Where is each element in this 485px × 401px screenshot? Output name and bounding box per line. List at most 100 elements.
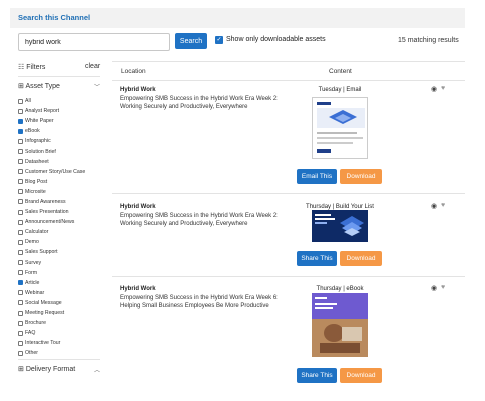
filters-heading: ☷ Filters — [18, 63, 45, 71]
channel-search-title: Search this Channel — [18, 13, 91, 22]
filter-checkbox[interactable] — [18, 330, 23, 336]
filter-item[interactable]: Blog Post — [18, 177, 110, 187]
filter-item[interactable]: Social Message — [18, 298, 110, 308]
eye-icon[interactable]: ◉ — [431, 85, 437, 93]
filter-checkbox[interactable] — [18, 159, 23, 165]
filter-item[interactable]: Form — [18, 268, 110, 278]
column-header-location: Location — [121, 68, 146, 75]
filter-checkbox[interactable] — [18, 239, 23, 245]
search-button[interactable]: Search — [175, 33, 207, 49]
result-thumbnail[interactable] — [312, 293, 368, 357]
delivery-format-label: Delivery Format — [25, 366, 76, 373]
filter-item[interactable]: Microsite — [18, 187, 110, 197]
filter-checkbox[interactable] — [18, 270, 23, 276]
filter-label: All — [25, 98, 31, 105]
filter-checkbox[interactable] — [18, 219, 23, 225]
result-thumbnail[interactable] — [312, 97, 368, 159]
sidebar-divider — [18, 359, 100, 360]
filter-label: Webinar — [25, 289, 45, 296]
filter-item[interactable]: Other — [18, 348, 110, 358]
download-button[interactable]: Download — [340, 368, 382, 383]
filter-item[interactable]: Survey — [18, 258, 110, 268]
filter-checkbox[interactable] — [18, 128, 23, 134]
filter-item[interactable]: Meeting Request — [18, 308, 110, 318]
filter-label: Brand Awareness — [25, 198, 66, 205]
column-header-content: Content — [329, 68, 352, 75]
filter-checkbox[interactable] — [18, 108, 23, 114]
filter-label: Calculator — [25, 229, 49, 236]
downloadable-checkbox[interactable]: ✓ — [215, 36, 223, 44]
clear-filters-link[interactable]: clear — [85, 63, 100, 70]
result-title[interactable]: Hybrid Work — [120, 204, 156, 210]
heart-icon[interactable]: ♥ — [441, 202, 445, 209]
filter-checkbox[interactable] — [18, 260, 23, 266]
filter-item[interactable]: Brochure — [18, 318, 110, 328]
filter-checkbox[interactable] — [18, 118, 23, 124]
filter-checkbox[interactable] — [18, 149, 23, 155]
download-button[interactable]: Download — [340, 169, 382, 184]
filter-checkbox[interactable] — [18, 189, 23, 195]
filter-checkbox[interactable] — [18, 280, 23, 286]
filter-item[interactable]: Sales Presentation — [18, 207, 110, 217]
share-this-button[interactable]: Share This — [297, 251, 337, 266]
sidebar-divider — [18, 76, 100, 77]
filter-label: Analyst Report — [25, 108, 60, 115]
filter-checkbox[interactable] — [18, 199, 23, 205]
chevron-down-icon: ﹀ — [93, 85, 100, 91]
filter-item[interactable]: Analyst Report — [18, 106, 110, 116]
asset-type-toggle[interactable]: ⊞ Asset Type ﹀ — [18, 82, 100, 91]
filter-item[interactable]: Webinar — [18, 288, 110, 298]
filter-checkbox[interactable] — [18, 350, 23, 356]
filter-item[interactable]: Announcement/News — [18, 217, 110, 227]
filter-item[interactable]: eBook — [18, 126, 110, 136]
email-this-button[interactable]: Email This — [297, 169, 337, 184]
filter-label: FAQ — [25, 330, 36, 337]
share-this-button[interactable]: Share This — [297, 368, 337, 383]
heart-icon[interactable]: ♥ — [441, 85, 445, 92]
eye-icon[interactable]: ◉ — [431, 284, 437, 292]
asset-type-label: Asset Type — [25, 83, 60, 90]
filter-item[interactable]: Datasheet — [18, 157, 110, 167]
chevron-up-icon: ︿ — [93, 368, 100, 374]
filter-checkbox[interactable] — [18, 138, 23, 144]
filter-checkbox[interactable] — [18, 169, 23, 175]
filter-item[interactable]: Calculator — [18, 227, 110, 237]
filter-label: Survey — [25, 259, 42, 266]
filter-label: Social Message — [25, 299, 62, 306]
filter-item[interactable]: White Paper — [18, 116, 110, 126]
heart-icon[interactable]: ♥ — [441, 284, 445, 291]
filter-label: Blog Post — [25, 178, 48, 185]
filter-item[interactable]: Sales Support — [18, 247, 110, 257]
filter-checkbox[interactable] — [18, 249, 23, 255]
filter-checkbox[interactable] — [18, 320, 23, 326]
filter-item[interactable]: Article — [18, 278, 110, 288]
filter-checkbox[interactable] — [18, 179, 23, 185]
filter-checkbox[interactable] — [18, 290, 23, 296]
search-input[interactable] — [18, 33, 170, 51]
filter-checkbox[interactable] — [18, 209, 23, 215]
delivery-format-toggle[interactable]: ⊞ Delivery Format ︿ — [18, 365, 100, 374]
filter-item[interactable]: FAQ — [18, 328, 110, 338]
eye-icon[interactable]: ◉ — [431, 202, 437, 210]
ebook-cover-graphic — [312, 293, 368, 357]
filter-checkbox[interactable] — [18, 98, 23, 104]
filter-checkbox[interactable] — [18, 340, 23, 346]
filter-item[interactable]: Brand Awareness — [18, 197, 110, 207]
filter-checkbox[interactable] — [18, 310, 23, 316]
filter-item[interactable]: Customer Story/Use Case — [18, 167, 110, 177]
filter-item[interactable]: Interactive Tour — [18, 338, 110, 348]
download-button[interactable]: Download — [340, 251, 382, 266]
grid-icon: ⊞ — [18, 83, 24, 90]
filter-label: Infographic — [25, 138, 51, 145]
filter-item[interactable]: Solution Brief — [18, 146, 110, 156]
filter-checkbox[interactable] — [18, 300, 23, 306]
result-title[interactable]: Hybrid Work — [120, 286, 156, 292]
filter-checkbox[interactable] — [18, 229, 23, 235]
filter-item[interactable]: Infographic — [18, 136, 110, 146]
filter-item[interactable]: Demo — [18, 237, 110, 247]
result-thumbnail[interactable] — [312, 210, 368, 242]
result-title[interactable]: Hybrid Work — [120, 87, 156, 93]
filter-label: Form — [25, 269, 38, 276]
filter-item[interactable]: All — [18, 96, 110, 106]
build-list-preview-graphic — [312, 210, 368, 242]
